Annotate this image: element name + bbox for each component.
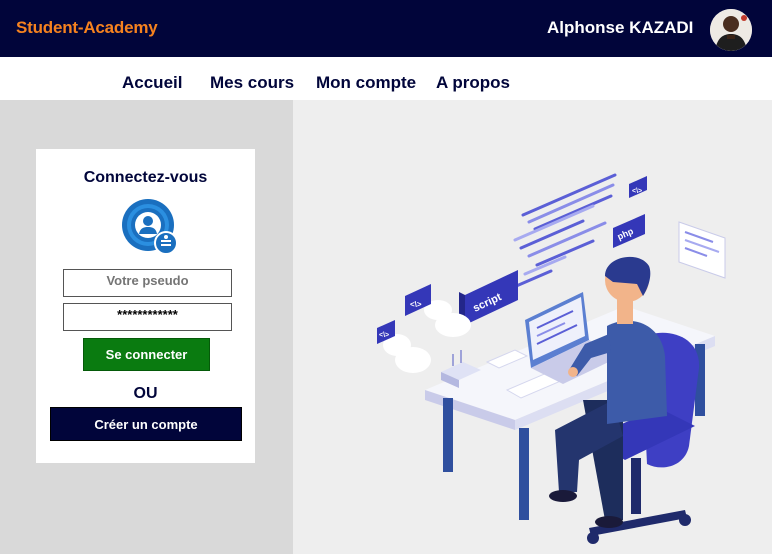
- login-card: Connectez-vous Se connecter OU Créer un …: [36, 149, 255, 463]
- php-tag-icon: php: [613, 214, 645, 248]
- login-title: Connectez-vous: [83, 169, 208, 186]
- connect-button[interactable]: Se connecter: [83, 338, 210, 371]
- login-panel: Connectez-vous Se connecter OU Créer un …: [0, 100, 293, 554]
- top-bar: Student-Academy Alphonse KAZADI: [0, 0, 772, 57]
- nav-item-mes-cours[interactable]: Mes cours: [210, 73, 294, 93]
- password-input[interactable]: [63, 303, 232, 331]
- developer-illustration: php <\> script <\> <\>: [377, 173, 726, 544]
- hero-illustration-panel: php <\> script <\> <\>: [293, 100, 772, 554]
- nav-item-mon-compte[interactable]: Mon compte: [316, 73, 416, 93]
- user-avatar-icon[interactable]: [710, 9, 752, 51]
- user-login-icon: [122, 197, 182, 257]
- floating-code-card-icon: [678, 221, 726, 279]
- cloud-icons: [383, 300, 471, 373]
- code-tag-label-small: <\>: [379, 332, 389, 339]
- user-name[interactable]: Alphonse KAZADI: [547, 18, 693, 38]
- pseudo-input[interactable]: [63, 269, 232, 297]
- code-tag-label-top: <\>: [632, 188, 642, 195]
- script-tag-icon: script: [459, 270, 518, 325]
- code-lines-decoration: [512, 173, 617, 289]
- main-nav: Accueil Mes cours Mon compte A propos: [0, 57, 772, 100]
- nav-item-a-propos[interactable]: A propos: [436, 73, 510, 93]
- or-separator: OU: [133, 385, 158, 402]
- code-tag-label-left: <\>: [410, 300, 422, 309]
- code-tag-icon-top: <\>: [629, 176, 647, 198]
- nav-item-accueil[interactable]: Accueil: [122, 73, 182, 93]
- brand-logo[interactable]: Student-Academy: [16, 18, 158, 38]
- create-account-button[interactable]: Créer un compte: [50, 407, 242, 441]
